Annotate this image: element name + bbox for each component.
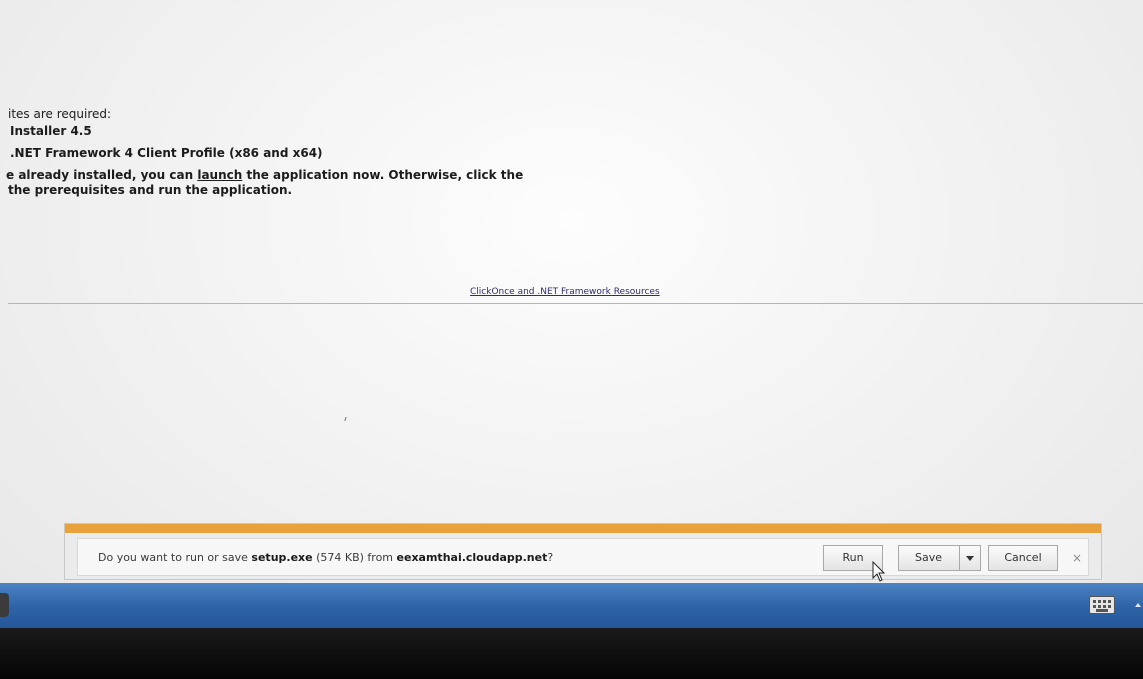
source-domain: eexamthai.cloudapp.net bbox=[396, 551, 548, 564]
taskbar bbox=[0, 583, 1143, 628]
prereq-item-dotnet: .NET Framework 4 Client Profile (x86 and… bbox=[10, 146, 323, 160]
file-size: (574 KB) from bbox=[312, 551, 397, 564]
resources-link[interactable]: ClickOnce and .NET Framework Resources bbox=[470, 287, 660, 297]
stray-mark bbox=[344, 416, 347, 422]
message-prefix: Do you want to run or save bbox=[98, 551, 252, 564]
download-notification-bar: Do you want to run or save setup.exe (57… bbox=[64, 523, 1102, 580]
monitor-bezel bbox=[0, 628, 1143, 679]
save-button[interactable]: Save bbox=[898, 545, 960, 571]
message-suffix: ? bbox=[547, 551, 554, 564]
launch-link[interactable]: launch bbox=[197, 168, 242, 182]
instruction-suffix: the application now. Otherwise, click th… bbox=[242, 168, 524, 182]
notification-panel: Do you want to run or save setup.exe (57… bbox=[77, 538, 1089, 576]
close-icon[interactable]: × bbox=[1068, 549, 1086, 567]
notification-accent-stripe bbox=[65, 524, 1101, 533]
cancel-button[interactable]: Cancel bbox=[988, 545, 1058, 571]
save-options-button[interactable] bbox=[959, 545, 981, 571]
browser-page: ites are required: Installer 4.5 .NET Fr… bbox=[0, 0, 1143, 630]
notification-message: Do you want to run or save setup.exe (57… bbox=[98, 551, 553, 564]
cursor-icon bbox=[872, 561, 886, 582]
prereq-item-installer: Installer 4.5 bbox=[10, 124, 92, 138]
instruction-line-2: the prerequisites and run the applicatio… bbox=[8, 183, 293, 197]
keyboard-icon[interactable] bbox=[1089, 596, 1115, 614]
instruction-line-1: e already installed, you can launch the … bbox=[6, 168, 523, 182]
chevron-up-icon[interactable] bbox=[1135, 603, 1141, 607]
instruction-prefix: e already installed, you can bbox=[6, 168, 198, 182]
divider bbox=[8, 303, 1143, 304]
taskbar-app-button[interactable] bbox=[0, 593, 9, 617]
chevron-down-icon bbox=[966, 555, 974, 561]
file-name: setup.exe bbox=[251, 551, 313, 564]
requirements-heading: ites are required: bbox=[8, 107, 112, 121]
